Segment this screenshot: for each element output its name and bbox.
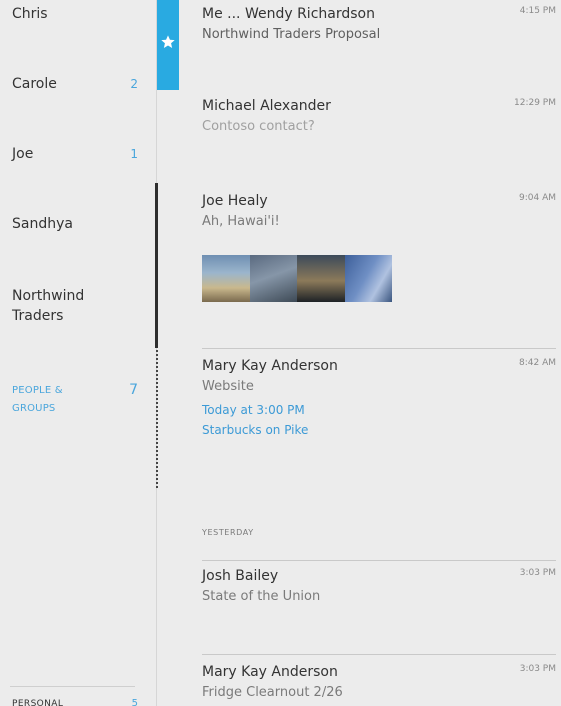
message-sender: Mary Kay Anderson <box>202 358 338 374</box>
message-sender: Joe Healy <box>202 193 268 209</box>
photo-thumbnail[interactable] <box>344 255 392 302</box>
scrollbar-thumb[interactable] <box>155 183 158 348</box>
sidebar-item-label: PEOPLE & GROUPS <box>12 385 63 414</box>
favorite-tab[interactable] <box>157 0 179 90</box>
sidebar-item-northwind-traders[interactable]: Northwind Traders <box>12 286 142 326</box>
message-sender: Me ... Wendy Richardson <box>202 6 375 22</box>
group-count: 7 <box>129 382 138 398</box>
message-sender: Josh Bailey <box>202 568 279 584</box>
message-subject: State of the Union <box>202 589 321 604</box>
message-time: 12:29 PM <box>514 98 556 108</box>
message-time: 9:04 AM <box>519 193 556 203</box>
unread-count: 2 <box>130 77 138 91</box>
message-divider <box>202 348 556 349</box>
message-time: 8:42 AM <box>519 358 556 368</box>
sidebar-item-carole[interactable]: Carole 2 <box>12 74 142 94</box>
sidebar-item-label: Sandhya <box>12 216 73 232</box>
message-subject: Contoso contact? <box>202 119 315 134</box>
message-item[interactable]: Josh Bailey 3:03 PM State of the Union <box>202 566 556 608</box>
photo-thumbnail[interactable] <box>249 255 297 302</box>
scrollbar-track[interactable] <box>156 350 158 490</box>
contacts-sidebar: Chris Carole 2 Joe 1 Sandhya Northwind T… <box>0 0 156 706</box>
date-section-header: YESTERDAY <box>202 528 254 537</box>
location-link[interactable]: Starbucks on Pike <box>202 422 556 438</box>
star-icon <box>161 35 175 48</box>
message-item[interactable]: Joe Healy 9:04 AM Ah, Hawai'i! <box>202 191 556 233</box>
message-time: 3:03 PM <box>519 664 556 674</box>
message-subject: Website <box>202 379 254 394</box>
message-time: 4:15 PM <box>519 6 556 16</box>
sidebar-item-label: Carole <box>12 76 57 92</box>
message-subject: Ah, Hawai'i! <box>202 214 280 229</box>
photo-thumbnail[interactable] <box>202 255 250 302</box>
message-item[interactable]: Mary Kay Anderson 3:03 PM Fridge Clearno… <box>202 662 556 704</box>
message-divider <box>202 654 556 655</box>
sidebar-item-personal[interactable]: PERSONAL 5 <box>12 694 142 706</box>
sidebar-item-label: Joe <box>12 146 34 162</box>
message-subject: Northwind Traders Proposal <box>202 27 381 42</box>
message-item[interactable]: Michael Alexander 12:29 PM Contoso conta… <box>202 96 556 138</box>
photo-attachments[interactable] <box>202 255 392 302</box>
message-item[interactable]: Me ... Wendy Richardson 4:15 PM Northwin… <box>202 4 556 46</box>
message-subject: Fridge Clearnout 2/26 <box>202 685 343 700</box>
sidebar-item-label: Northwind Traders <box>12 288 85 324</box>
message-time: 3:03 PM <box>519 568 556 578</box>
calendar-link[interactable]: Today at 3:00 PM <box>202 398 556 422</box>
sidebar-item-label: PERSONAL <box>12 699 64 706</box>
sidebar-divider <box>10 686 135 687</box>
sidebar-item-people-groups[interactable]: PEOPLE & GROUPS 7 <box>12 382 142 418</box>
personal-count: 5 <box>131 698 138 706</box>
sidebar-item-joe[interactable]: Joe 1 <box>12 144 142 164</box>
photo-thumbnail[interactable] <box>297 255 345 302</box>
message-sender: Mary Kay Anderson <box>202 664 338 680</box>
sidebar-item-label: Chris <box>12 6 48 22</box>
unread-count: 1 <box>130 147 138 161</box>
sidebar-item-sandhya[interactable]: Sandhya <box>12 214 142 234</box>
mail-app: Chris Carole 2 Joe 1 Sandhya Northwind T… <box>0 0 561 706</box>
message-divider <box>202 560 556 561</box>
message-item[interactable]: Mary Kay Anderson 8:42 AM Website Today … <box>202 356 556 438</box>
message-sender: Michael Alexander <box>202 98 331 114</box>
sidebar-item-chris[interactable]: Chris <box>12 4 142 24</box>
